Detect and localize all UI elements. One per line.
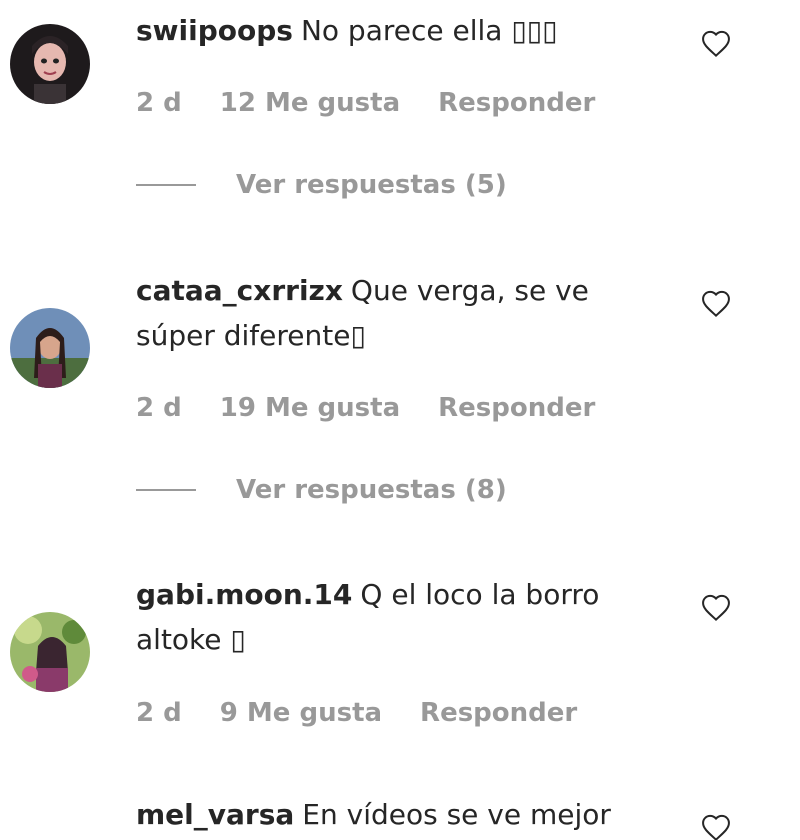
comment-time[interactable]: 2 d — [136, 698, 182, 728]
like-heart-icon[interactable] — [700, 812, 736, 840]
avatar-image — [10, 24, 90, 104]
replies-divider-line — [136, 184, 196, 186]
comment-meta: 2 d 12 Me gusta Responder — [136, 88, 633, 118]
avatar[interactable] — [10, 308, 90, 388]
comment-likes[interactable]: 19 Me gusta — [220, 393, 400, 423]
avatar-image — [10, 308, 90, 388]
comment-username[interactable]: mel_varsa — [136, 798, 294, 831]
avatar[interactable] — [10, 24, 90, 104]
like-heart-icon[interactable] — [700, 592, 736, 626]
view-replies-button[interactable]: Ver respuestas (5) — [136, 170, 507, 200]
comment-likes[interactable]: 12 Me gusta — [220, 88, 400, 118]
avatar[interactable] — [10, 612, 90, 692]
comment-text: gabi.moon.14 Q el loco la borro altoke ▯ — [136, 572, 656, 662]
view-replies-button[interactable]: Ver respuestas (8) — [136, 475, 507, 505]
replies-divider-line — [136, 489, 196, 491]
comment-text: mel_varsa En vídeos se ve mejor — [136, 792, 656, 837]
reply-button[interactable]: Responder — [420, 698, 577, 728]
comment-likes[interactable]: 9 Me gusta — [220, 698, 382, 728]
comment-time[interactable]: 2 d — [136, 88, 182, 118]
reply-button[interactable]: Responder — [438, 88, 595, 118]
comment-meta: 2 d 19 Me gusta Responder — [136, 393, 633, 423]
like-heart-icon[interactable] — [700, 28, 736, 62]
comment-text: swiipoops No parece ella ▯▯▯ — [136, 8, 656, 53]
comment-time[interactable]: 2 d — [136, 393, 182, 423]
like-heart-icon[interactable] — [700, 288, 736, 322]
reply-button[interactable]: Responder — [438, 393, 595, 423]
comment-body: En vídeos se ve mejor — [302, 798, 611, 831]
comment-meta: 2 d 9 Me gusta Responder — [136, 698, 615, 728]
view-replies-label: Ver respuestas (8) — [236, 475, 507, 505]
comment-username[interactable]: swiipoops — [136, 14, 293, 47]
comment-username[interactable]: cataa_cxrrizx — [136, 274, 343, 307]
comment-text: cataa_cxrrizx Que verga, se ve súper dife… — [136, 268, 656, 358]
view-replies-label: Ver respuestas (5) — [236, 170, 507, 200]
avatar-image — [10, 612, 90, 692]
comment-username[interactable]: gabi.moon.14 — [136, 578, 352, 611]
comment-body: No parece ella ▯▯▯ — [300, 14, 558, 47]
